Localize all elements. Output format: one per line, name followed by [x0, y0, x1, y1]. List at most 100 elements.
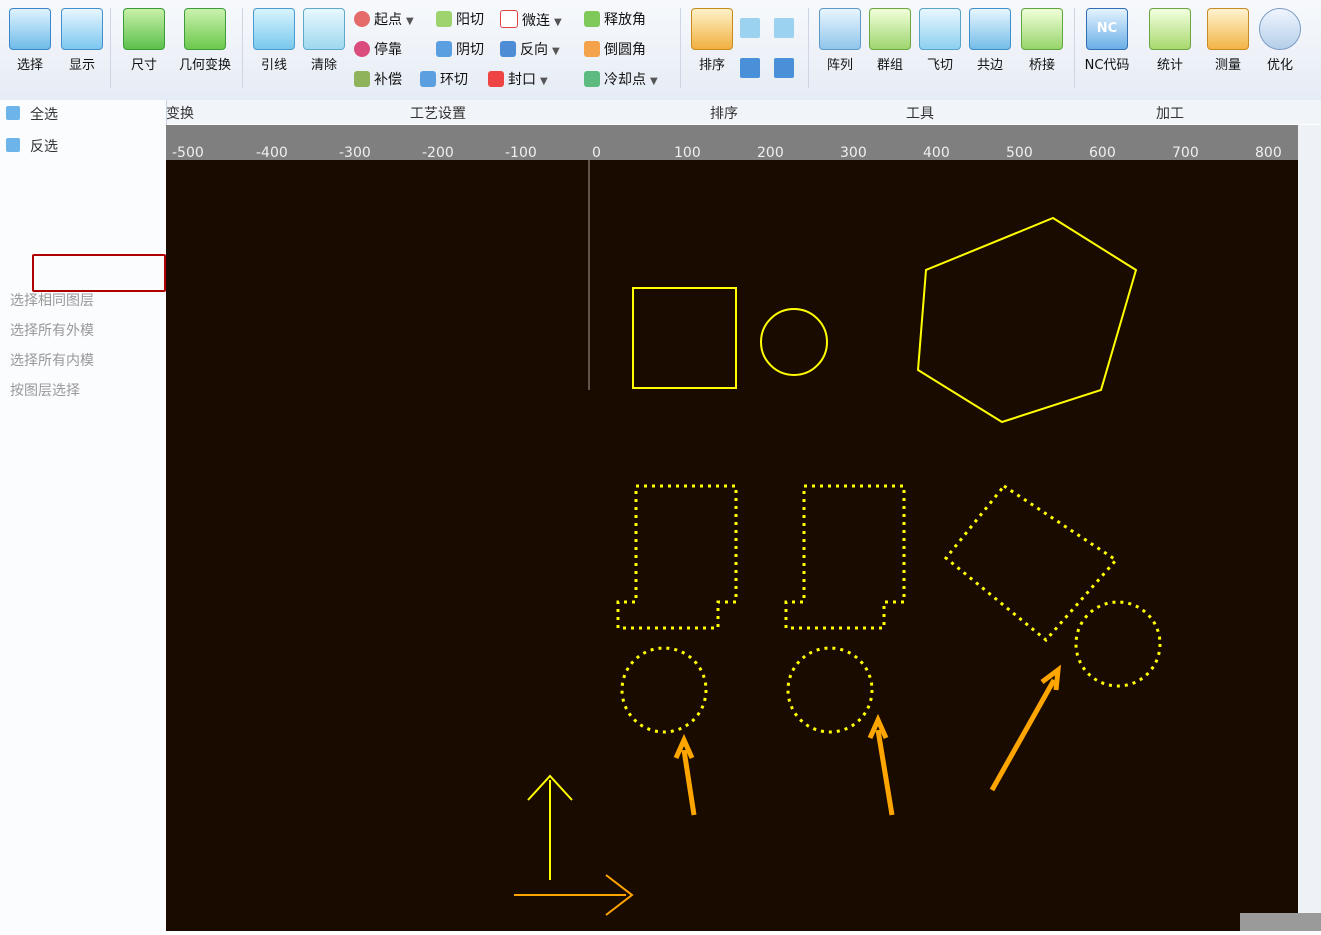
lead-line-icon	[253, 8, 295, 50]
round-corner-button[interactable]: 倒圆角	[584, 40, 646, 60]
release-corner-button[interactable]: 释放角	[584, 10, 646, 30]
first-icon[interactable]	[740, 58, 760, 78]
shape-dotted-circle-3[interactable]	[1074, 600, 1162, 688]
invert-select-item[interactable]: 反选	[30, 136, 58, 156]
nc-code-label: NC代码	[1084, 58, 1130, 73]
geometry-transform-button[interactable]: 几何变换	[174, 6, 236, 82]
shape-circle[interactable]	[760, 308, 828, 376]
fly-cut-label: 飞切	[926, 58, 953, 73]
seal-button[interactable]: 封口 ▼	[488, 70, 548, 90]
arrow-icon	[867, 713, 895, 816]
shape-dotted-circle-1[interactable]	[620, 646, 708, 734]
optimize-button[interactable]: 优化	[1256, 6, 1304, 82]
next-icon[interactable]	[774, 18, 794, 38]
select-by-layer-item[interactable]: 按图层选择	[10, 380, 80, 400]
yang-cut-button[interactable]: 阳切	[436, 10, 484, 30]
previous-icon[interactable]	[740, 18, 760, 38]
ruler-label: 100	[674, 145, 701, 161]
geometry-label: 几何变换	[178, 58, 231, 73]
seal-icon	[488, 71, 504, 87]
select-button[interactable]: 选择	[6, 6, 54, 82]
select-same-layer-item[interactable]: 选择相同图层	[10, 290, 94, 310]
shape-dotted-circle-2[interactable]	[786, 646, 874, 734]
resize-icon	[123, 8, 165, 50]
shape-square[interactable]	[632, 287, 737, 389]
ring-cut-icon	[420, 71, 436, 87]
geometry-transform-icon	[184, 8, 226, 50]
ruler-label: 300	[840, 145, 867, 161]
common-edge-label: 共边	[976, 58, 1003, 73]
status-corner	[1240, 913, 1321, 931]
ring-cut-label: 环切	[440, 72, 468, 88]
compensation-button[interactable]: 补偿	[354, 70, 402, 90]
statistics-button[interactable]: 统计	[1146, 6, 1194, 82]
ruler-label: -400	[256, 145, 288, 161]
canvas-drawing	[514, 160, 1162, 916]
micro-link-button[interactable]: 微连 ▼	[500, 10, 562, 30]
nc-code-button[interactable]: NC NC代码	[1080, 6, 1134, 82]
yin-cut-button[interactable]: 阴切	[436, 40, 484, 60]
cool-point-button[interactable]: 冷却点 ▼	[584, 70, 658, 90]
gauge-icon	[1259, 8, 1301, 50]
left-panel: 全选 反选 选择相同图层 选择所有外模 选择所有内模 按图层选择	[0, 100, 167, 931]
group-button[interactable]: 群组	[866, 6, 914, 82]
ribbon-group-captions: 变换 工艺设置 排序 工具 加工	[0, 100, 1321, 124]
ribbon-toolbar: 选择 显示 尺寸 几何变换 引线 清除 起点 ▼ 停靠 补偿 阳切 阴切 环切	[0, 0, 1321, 101]
ruler-label: 500	[1006, 145, 1033, 161]
vertical-scrollbar[interactable]	[1298, 125, 1321, 931]
ruler-label: -200	[422, 145, 454, 161]
ruler-label: -500	[172, 145, 204, 161]
fly-cut-button[interactable]: 飞切	[916, 6, 964, 82]
sort-button[interactable]: 排序	[688, 6, 736, 82]
group-separator	[1074, 8, 1075, 88]
ruler-label: 0	[592, 145, 601, 161]
size-button[interactable]: 尺寸	[120, 6, 168, 82]
stop-button[interactable]: 停靠	[354, 40, 402, 60]
shape-hexagon[interactable]	[916, 216, 1138, 424]
statistics-label: 统计	[1156, 58, 1183, 73]
group-caption-process: 工艺设置	[410, 106, 466, 122]
micro-link-icon	[500, 10, 518, 28]
select-inner-item[interactable]: 选择所有内模	[10, 350, 94, 370]
select-all-item[interactable]: 全选	[30, 104, 58, 124]
ruler-label: -300	[339, 145, 371, 161]
select-label: 选择	[16, 58, 43, 73]
select-outer-item[interactable]: 选择所有外模	[10, 320, 94, 340]
measure-button[interactable]: 测量	[1204, 6, 1252, 82]
lead-line-button[interactable]: 引线	[250, 6, 298, 82]
reverse-icon	[500, 41, 516, 57]
shape-dotted-notched-2[interactable]	[784, 484, 906, 630]
round-corner-icon	[584, 41, 600, 57]
display-label: 显示	[68, 58, 95, 73]
reverse-button[interactable]: 反向 ▼	[500, 40, 560, 60]
clear-button[interactable]: 清除	[300, 6, 348, 82]
ruler-icon	[1207, 8, 1249, 50]
cool-point-label: 冷却点	[604, 72, 646, 88]
layer-color-box[interactable]	[32, 254, 166, 292]
shape-dotted-diamond[interactable]	[943, 483, 1119, 643]
display-button[interactable]: 显示	[58, 6, 106, 82]
ring-cut-button[interactable]: 环切	[420, 70, 468, 90]
yang-cut-label: 阳切	[456, 12, 484, 28]
common-edge-button[interactable]: 共边	[966, 6, 1014, 82]
size-label: 尺寸	[130, 58, 157, 73]
nc-code-icon: NC	[1086, 8, 1128, 50]
horizontal-ruler: -500 -400 -300 -200 -100 0 100 200 300 4…	[166, 125, 1298, 161]
array-label: 阵列	[826, 58, 853, 73]
bridge-button[interactable]: 桥接	[1018, 6, 1066, 82]
start-point-button[interactable]: 起点 ▼	[354, 10, 414, 30]
lead-label: 引线	[260, 58, 287, 73]
last-icon[interactable]	[774, 58, 794, 78]
compensation-icon	[354, 71, 370, 87]
array-button[interactable]: 阵列	[816, 6, 864, 82]
sort-label: 排序	[698, 58, 725, 73]
micro-link-label: 微连	[522, 13, 550, 29]
optimize-label: 优化	[1266, 58, 1293, 73]
drawing-canvas[interactable]	[166, 160, 1298, 931]
shape-dotted-notched-1[interactable]	[616, 484, 738, 630]
ruler-label: 200	[757, 145, 784, 161]
group-caption-machining: 加工	[1156, 106, 1184, 122]
chevron-down-icon: ▼	[554, 17, 562, 28]
arrow-icon	[673, 733, 697, 816]
release-corner-label: 释放角	[604, 12, 646, 28]
